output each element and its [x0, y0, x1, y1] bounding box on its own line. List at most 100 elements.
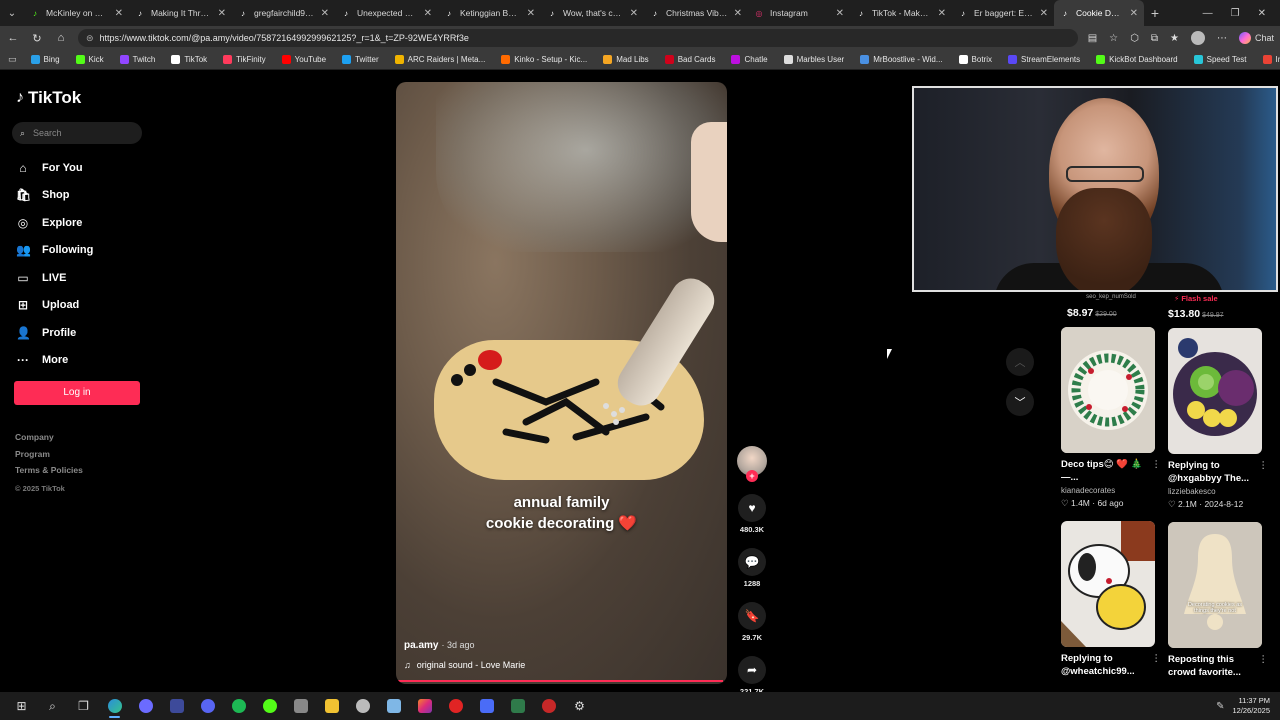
start-icon[interactable]: ⊞ [6, 692, 37, 720]
rec-user[interactable]: lizziebakesco [1168, 487, 1268, 496]
bookmark-item[interactable]: ARC Raiders | Meta... [387, 55, 494, 64]
share-icon[interactable]: ➦ [738, 656, 766, 684]
bookmark-item[interactable]: Speed Test [1186, 55, 1255, 64]
sidebar-item-for-you[interactable]: ⌂ For You [16, 154, 146, 182]
file-explorer-icon[interactable] [316, 692, 347, 720]
reading-mode-icon[interactable]: ▤ [1088, 33, 1097, 44]
sidebar-item-explore[interactable]: ◎ Explore [16, 209, 146, 237]
bookmark-item[interactable]: Bad Cards [657, 55, 724, 64]
browser-tab[interactable]: ♪ gregfairchild96 (@g ✕ [232, 0, 335, 26]
previous-video-button[interactable]: ︿ [1006, 348, 1034, 376]
app-icon[interactable] [471, 692, 502, 720]
tab-close-icon[interactable]: ✕ [734, 8, 742, 19]
rec-title[interactable]: Reposting this crowd favorite... ⋮ [1168, 653, 1268, 679]
more-options-icon[interactable]: ⋮ [1259, 653, 1269, 679]
video-player[interactable]: annual family cookie decorating ❤️ pa.am… [396, 82, 727, 684]
spotify-icon[interactable] [223, 692, 254, 720]
product-price[interactable]: $8.97 $29.00 [1061, 307, 1161, 319]
app-icon[interactable] [378, 692, 409, 720]
rec-thumb-fruit-cookie[interactable] [1168, 328, 1262, 454]
close-window-icon[interactable]: ✕ [1258, 8, 1266, 19]
bookmark-item[interactable]: Kinko - Setup - Kic... [493, 55, 595, 64]
rec-thumb-wreath-cookie[interactable] [1061, 327, 1155, 453]
bookmark-item[interactable]: Mad Libs [595, 55, 656, 64]
bookmark-item[interactable]: Botrix [951, 55, 1000, 64]
browser-tab[interactable]: ♪ Ketinggian Banjir di ✕ [438, 0, 541, 26]
tab-close-icon[interactable]: ✕ [115, 8, 123, 19]
tab-search-icon[interactable]: ⌄ [0, 0, 24, 26]
app-icon[interactable] [440, 692, 471, 720]
favorites-icon[interactable]: ★ [1170, 33, 1179, 44]
video-author[interactable]: pa.amy · 3d ago [404, 640, 475, 651]
bookmark-item[interactable]: YouTube [274, 55, 334, 64]
new-tab-button[interactable]: + [1144, 5, 1166, 21]
bookmark-item[interactable]: Marbles User [776, 55, 853, 64]
back-icon[interactable]: ← [6, 32, 20, 44]
tab-close-icon[interactable]: ✕ [424, 8, 432, 19]
rec-thumb-snoopy-cookie[interactable] [1061, 521, 1155, 647]
follow-plus-icon[interactable]: + [746, 470, 758, 482]
favorite-star-icon[interactable]: ☆ [1109, 33, 1118, 44]
home-icon[interactable]: ⌂ [54, 32, 68, 44]
search-input[interactable]: ⌕ Search [12, 122, 142, 144]
sidebar-item-shop[interactable]: 🛍 Shop [16, 182, 146, 210]
app-icon[interactable] [533, 692, 564, 720]
split-screen-icon[interactable]: ⧉ [1151, 33, 1158, 44]
site-info-icon[interactable]: ⊜ [86, 33, 94, 44]
footer-link-terms[interactable]: Terms & Policies [15, 465, 83, 482]
browser-tab[interactable]: ♪ McKinley on Kick (@ ✕ [24, 0, 129, 26]
video-sound[interactable]: ♫ original sound - Love Marie [404, 660, 525, 670]
comment-icon[interactable]: 💬 [738, 548, 766, 576]
more-options-icon[interactable]: ⋮ [1152, 652, 1162, 678]
browser-tab[interactable]: ♪ Christmas Vibes Co ✕ [644, 0, 748, 26]
extensions-icon[interactable]: ⬡ [1130, 33, 1139, 44]
profile-avatar[interactable] [1190, 31, 1205, 45]
app-icon[interactable] [130, 692, 161, 720]
bookmark-item[interactable]: TikTok [163, 55, 215, 64]
browser-tab[interactable]: ♪ TikTok - Make Your ✕ [850, 0, 952, 26]
bookmark-item[interactable]: MrBoostlive - Wid... [852, 55, 950, 64]
product-price[interactable]: $13.80 $49.97 [1168, 308, 1268, 320]
sidebar-item-profile[interactable]: 👤 Profile [16, 319, 146, 347]
discord-icon[interactable] [192, 692, 223, 720]
app-icon[interactable] [502, 692, 533, 720]
taskbar-clock[interactable]: 11:37 PM 12/26/2025 [1232, 696, 1270, 716]
bookmark-item[interactable]: Bing [23, 55, 68, 64]
more-options-icon[interactable]: ⋮ [1152, 458, 1162, 484]
tab-close-icon[interactable]: ✕ [218, 8, 226, 19]
task-view-icon[interactable]: ❐ [68, 692, 99, 720]
tab-close-icon[interactable]: ✕ [630, 8, 638, 19]
sidebar-item-more[interactable]: ··· More [16, 347, 146, 375]
more-menu-icon[interactable]: ⋯ [1217, 33, 1227, 44]
browser-tab[interactable]: ♪ Cookie Decorating ✕ [1054, 0, 1144, 26]
more-options-icon[interactable]: ⋮ [1259, 459, 1269, 485]
sidebar-item-following[interactable]: 👥 Following [16, 237, 146, 265]
copilot-chat-button[interactable]: Chat [1238, 32, 1274, 44]
sidebar-item-live[interactable]: ▭ LIVE [16, 264, 146, 292]
rec-thumb-bell-cookie[interactable]: Decorating cookies as things they're not [1168, 522, 1262, 648]
browser-tab[interactable]: ♪ Unexpected Comedy ✕ [335, 0, 438, 26]
creator-avatar[interactable]: + [737, 446, 767, 482]
app-icon[interactable] [347, 692, 378, 720]
maximize-icon[interactable]: ❐ [1231, 8, 1240, 19]
minimize-icon[interactable]: — [1203, 8, 1213, 19]
bookmark-item[interactable]: Chatle [723, 55, 775, 64]
bookmark-item[interactable]: Kick [68, 55, 112, 64]
rec-title[interactable]: Deco tips😊 ❤️ 🎄 —... ⋮ [1061, 458, 1161, 484]
url-field[interactable]: ⊜ https://www.tiktok.com/@pa.amy/video/7… [78, 29, 1078, 47]
app-icon[interactable] [409, 692, 440, 720]
rec-title[interactable]: Replying to @hxgabbyy The... ⋮ [1168, 459, 1268, 485]
heart-icon[interactable]: ♥ [738, 494, 766, 522]
app-icon[interactable] [285, 692, 316, 720]
browser-tab[interactable]: ◎ Instagram ✕ [748, 0, 850, 26]
tab-close-icon[interactable]: ✕ [1040, 8, 1048, 19]
browser-tab[interactable]: ♪ Wow, that's crazy # ✕ [541, 0, 644, 26]
bookmark-item[interactable]: Inbox [1255, 55, 1280, 64]
tab-close-icon[interactable]: ✕ [321, 8, 329, 19]
bookmark-item[interactable]: KickBot Dashboard [1088, 55, 1185, 64]
sidebar-item-upload[interactable]: ⊞ Upload [16, 292, 146, 320]
tiktok-logo[interactable]: ♪ TikTok [16, 88, 81, 108]
rec-user[interactable]: kianadecorates [1061, 486, 1161, 495]
tab-close-icon[interactable]: ✕ [938, 8, 946, 19]
app-icon[interactable] [161, 692, 192, 720]
